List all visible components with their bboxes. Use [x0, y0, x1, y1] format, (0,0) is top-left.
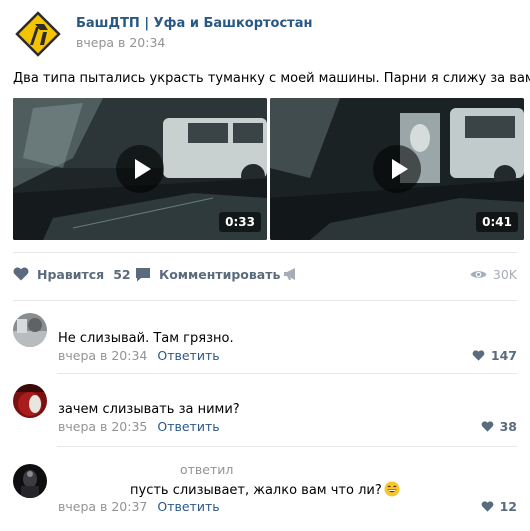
heart-icon	[472, 350, 485, 361]
megaphone-icon	[284, 268, 295, 280]
divider	[13, 252, 517, 253]
comment-text-body: пусть слизывает, жалко вам что ли?	[130, 483, 382, 498]
post-text: Два типа пытались украсть туманку с моей…	[13, 71, 530, 86]
reply-link[interactable]: Ответить	[157, 348, 219, 363]
avatar[interactable]	[13, 464, 47, 498]
reply-link[interactable]: Ответить	[157, 419, 219, 434]
divider	[13, 300, 517, 301]
comment-item-1: Не слизывай. Там грязно. вчера в 20:34 О…	[13, 313, 517, 373]
reply-link[interactable]: Ответить	[157, 499, 219, 514]
comment-time[interactable]: вчера в 20:35	[58, 419, 147, 434]
avatar-image	[13, 464, 47, 498]
share-button[interactable]	[283, 262, 307, 286]
comment-item-3: ответил пусть слизывает, жалко вам что л…	[13, 458, 517, 523]
comment-icon	[136, 267, 150, 281]
comment-item-2: зачем слизывать за ними? вчера в 20:35 О…	[13, 384, 517, 444]
views-count: 30K	[492, 266, 517, 282]
like-button[interactable]: Нравится 52	[13, 262, 131, 286]
comment-like-count: 12	[499, 499, 517, 514]
comment-text: пусть слизывает, жалко вам что ли?	[130, 481, 400, 498]
divider	[57, 446, 517, 447]
video-duration-1: 0:33	[219, 212, 261, 232]
video-thumbnail-2[interactable]: 0:41	[270, 98, 524, 240]
video-duration-2: 0:41	[476, 212, 518, 232]
avatar[interactable]	[13, 384, 47, 418]
group-avatar[interactable]	[14, 10, 62, 58]
eye-icon	[470, 270, 487, 278]
comment-like-button[interactable]: 38	[481, 419, 517, 434]
comment-like-button[interactable]: 147	[472, 348, 517, 363]
comment-button[interactable]: Комментировать	[135, 262, 280, 286]
divider	[57, 373, 517, 374]
comment-text: зачем слизывать за ними?	[58, 402, 240, 417]
post-header: БашДТП | Уфа и Башкортостан вчера в 20:3…	[14, 10, 514, 60]
play-icon	[135, 159, 151, 179]
views-counter: 30K	[470, 262, 517, 286]
comment-time[interactable]: вчера в 20:37	[58, 499, 147, 514]
comment-meta: вчера в 20:37 Ответить	[58, 499, 220, 514]
grinning-emoji-icon	[384, 481, 400, 497]
avatar-image	[13, 313, 47, 347]
comment-like-count: 147	[490, 348, 517, 363]
comment-time[interactable]: вчера в 20:34	[58, 348, 147, 363]
heart-icon	[481, 501, 493, 512]
comment-meta: вчера в 20:34 Ответить	[58, 348, 220, 363]
logo-icon	[14, 10, 62, 58]
heart-icon	[13, 267, 29, 281]
like-label: Нравится	[37, 266, 105, 282]
group-name-link[interactable]: БашДТП | Уфа и Башкортостан	[76, 16, 312, 31]
heart-icon	[481, 421, 493, 432]
avatar[interactable]	[13, 313, 47, 347]
answered-label: ответил	[180, 462, 234, 477]
play-button-1[interactable]	[116, 145, 164, 193]
comment-like-button[interactable]: 12	[481, 499, 517, 514]
like-count: 52	[113, 266, 131, 282]
comment-meta: вчера в 20:35 Ответить	[58, 419, 220, 434]
play-icon	[392, 159, 408, 179]
comment-label: Комментировать	[159, 266, 281, 282]
post-actions: Нравится 52 Комментировать 30K	[13, 262, 517, 286]
post-time[interactable]: вчера в 20:34	[76, 35, 165, 50]
comment-text: Не слизывай. Там грязно.	[58, 331, 234, 346]
comment-like-count: 38	[499, 419, 517, 434]
avatar-image	[13, 384, 47, 418]
play-button-2[interactable]	[373, 145, 421, 193]
video-thumbnail-1[interactable]: 0:33	[13, 98, 267, 240]
